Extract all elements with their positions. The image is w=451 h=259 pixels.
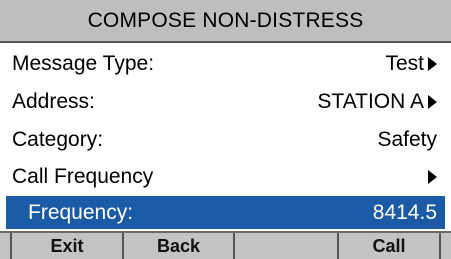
softkey-bar: Exit Back Call (0, 231, 451, 259)
menu-item-call-frequency[interactable]: Call Frequency (6, 157, 445, 196)
menu-item-value: 8414.5 (372, 200, 437, 224)
page-title-text: COMPOSE NON-DISTRESS (87, 8, 364, 32)
menu-item-message-type[interactable]: Message Type: Test (6, 44, 445, 83)
menu-item-category[interactable]: Category: Safety (6, 120, 445, 159)
menu-item-value-wrap: 8414.5 (373, 201, 437, 225)
menu-item-label: Address: (12, 89, 95, 113)
menu-item-label: Category: (12, 127, 104, 151)
menu-item-value-wrap: Safety (377, 128, 437, 152)
menu-item-value-wrap: STATION A (317, 90, 437, 114)
exit-softkey[interactable]: Exit (10, 233, 122, 259)
menu-item-label: Call Frequency (12, 164, 154, 188)
menu-item-address[interactable]: Address: STATION A (6, 82, 445, 121)
menu-item-label: Message Type: (12, 51, 155, 75)
back-softkey[interactable]: Back (122, 233, 233, 259)
menu-item-value: Test (385, 51, 424, 75)
menu-item-label: Frequency: (28, 200, 134, 224)
triangle-right-icon (428, 56, 437, 71)
call-softkey[interactable]: Call (337, 233, 441, 259)
triangle-right-icon (428, 94, 437, 109)
menu-item-value-wrap: Test (385, 52, 437, 76)
menu-item-value: STATION A (317, 89, 424, 113)
blank-softkey[interactable] (233, 233, 337, 259)
triangle-right-icon (428, 169, 437, 184)
menu-item-value-wrap (424, 169, 437, 184)
menu-item-frequency-selected[interactable]: Frequency: 8414.5 (6, 196, 445, 229)
screen: COMPOSE NON-DISTRESS Message Type: Test … (0, 0, 451, 259)
menu-item-value: Safety (377, 127, 437, 151)
page-title: COMPOSE NON-DISTRESS (0, 0, 451, 43)
